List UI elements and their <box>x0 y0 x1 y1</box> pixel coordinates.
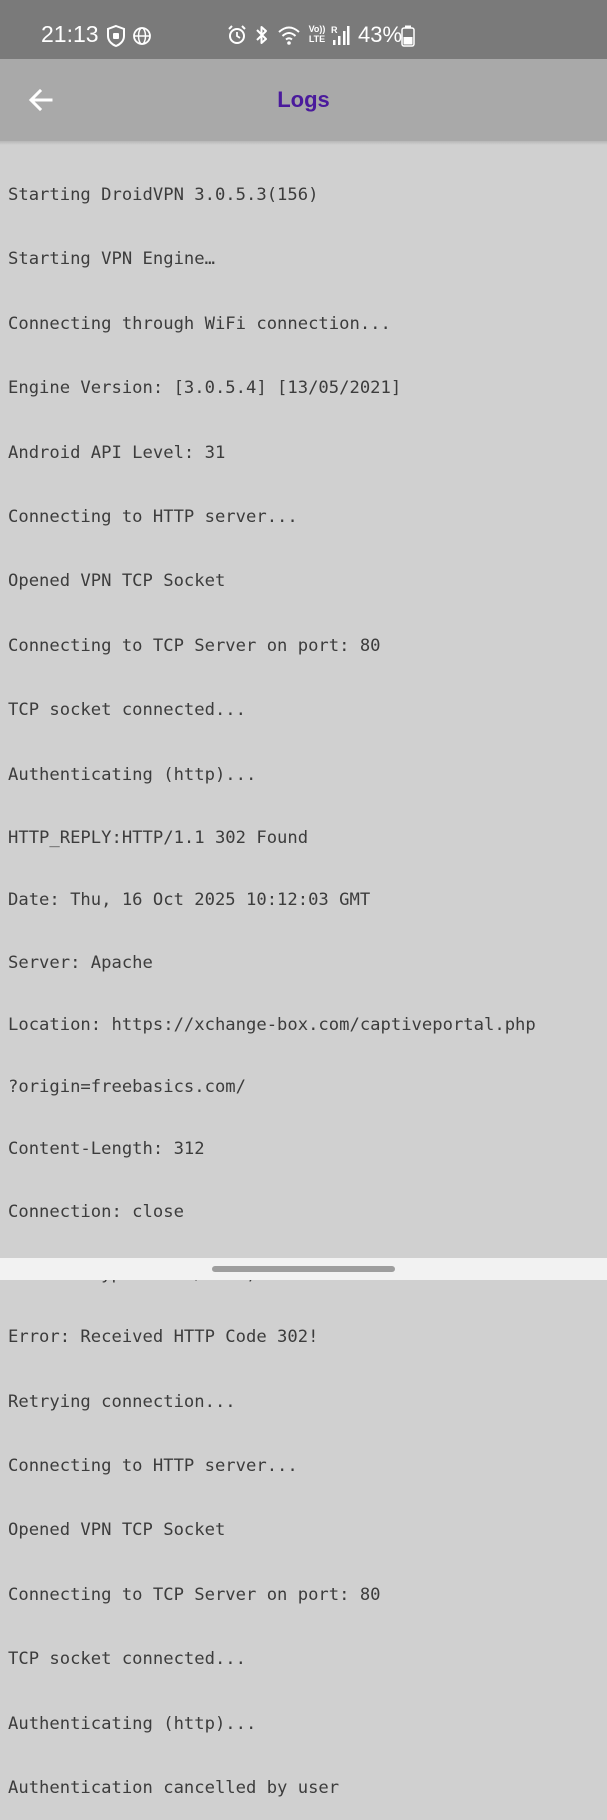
log-line: HTTP_REPLY:HTTP/1.1 302 Found <box>8 827 309 848</box>
log-line: ?origin=freebasics.com/ <box>8 1077 246 1098</box>
globe-icon <box>133 27 151 45</box>
log-line: Engine Version: [3.0.5.4] [13/05/2021] <box>8 378 402 399</box>
log-line: Opened VPN TCP Socket <box>8 571 226 592</box>
app-bar: Logs <box>0 59 607 141</box>
roaming-label: R <box>331 25 338 35</box>
navigation-bar <box>0 1258 607 1280</box>
log-line: Date: Thu, 16 Oct 2025 10:12:03 GMT <box>8 890 371 911</box>
log-line: Starting VPN Engine… <box>8 249 215 270</box>
log-line: Android API Level: 31 <box>8 442 226 463</box>
log-line: Retrying connection... <box>8 1391 236 1412</box>
log-line: Authentication cancelled by user <box>8 1778 340 1799</box>
log-line: Connecting to HTTP server... <box>8 506 298 527</box>
page-title: Logs <box>277 87 330 112</box>
log-line: Connection: close <box>8 1201 184 1222</box>
log-line: Authenticating (http)... <box>8 1713 257 1734</box>
log-line: Starting DroidVPN 3.0.5.3(156) <box>8 185 319 205</box>
wifi-icon <box>278 26 300 45</box>
log-line: Connecting to TCP Server on port: 80 <box>8 1584 381 1605</box>
log-line: Content-Length: 312 <box>8 1139 205 1160</box>
log-line: Location: https://xchange-box.com/captiv… <box>8 1014 536 1035</box>
battery-icon <box>401 25 415 47</box>
volte-icon: Vo)) LTE <box>308 24 326 44</box>
log-line: Authenticating (http)... <box>8 764 257 785</box>
signal-icon: R <box>331 25 350 45</box>
alarm-icon <box>228 25 246 44</box>
log-line: Error: Received HTTP Code 302! <box>8 1327 319 1348</box>
shield-icon <box>107 24 125 48</box>
battery-percent: 43% <box>358 22 403 47</box>
log-line: Connecting to TCP Server on port: 80 <box>8 635 381 656</box>
log-line: Server: Apache <box>8 952 153 973</box>
home-gesture-handle[interactable] <box>212 1266 395 1272</box>
status-time: 21:13 <box>41 21 99 47</box>
log-output: Starting DroidVPN 3.0.5.3(156) Starting … <box>8 143 603 1820</box>
bluetooth-icon <box>256 26 267 44</box>
log-line: Connecting through WiFi connection... <box>8 313 391 334</box>
log-line: Connecting to HTTP server... <box>8 1456 298 1477</box>
log-line: TCP socket connected... <box>8 700 246 721</box>
log-line: TCP socket connected... <box>8 1649 246 1670</box>
log-line: Opened VPN TCP Socket <box>8 1520 226 1541</box>
